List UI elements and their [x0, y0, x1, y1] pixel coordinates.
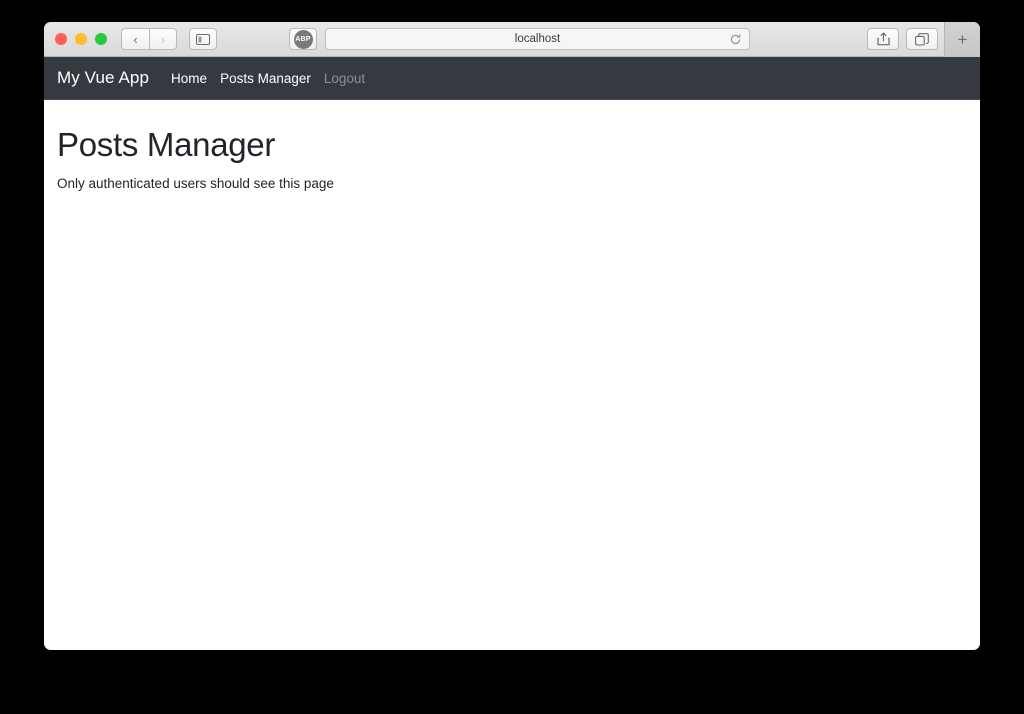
show-tabs-button[interactable]: [906, 28, 938, 50]
minimize-window-button[interactable]: [75, 33, 87, 45]
nav-link-logout[interactable]: Logout: [324, 71, 365, 86]
toolbar-right-buttons: [867, 28, 938, 50]
app-navbar: My Vue App Home Posts Manager Logout: [44, 57, 980, 100]
page-subtitle: Only authenticated users should see this…: [57, 176, 980, 191]
address-input[interactable]: localhost: [515, 33, 560, 45]
chevron-left-icon: ‹: [133, 32, 137, 47]
nav-links: Home Posts Manager Logout: [171, 71, 365, 86]
maximize-window-button[interactable]: [95, 33, 107, 45]
nav-link-posts-manager[interactable]: Posts Manager: [220, 71, 311, 86]
window-controls: [55, 33, 107, 45]
sidebar-toggle-button[interactable]: [189, 28, 217, 50]
abp-icon: ABP: [294, 30, 313, 49]
address-bar[interactable]: localhost: [325, 28, 750, 50]
chevron-right-icon: ›: [161, 32, 165, 47]
page-title: Posts Manager: [57, 126, 980, 164]
tabs-icon: [915, 33, 929, 46]
browser-toolbar: ‹ › ABP localhost: [44, 22, 980, 57]
sidebar-icon: [196, 34, 210, 45]
back-button[interactable]: ‹: [121, 28, 149, 50]
browser-window: ‹ › ABP localhost: [44, 22, 980, 650]
navigation-buttons: ‹ ›: [121, 28, 177, 50]
app-brand[interactable]: My Vue App: [57, 68, 149, 88]
adblock-extension-button[interactable]: ABP: [289, 28, 317, 50]
plus-icon: +: [958, 30, 968, 50]
reload-icon[interactable]: [729, 33, 742, 46]
share-icon: [877, 32, 890, 46]
forward-button[interactable]: ›: [149, 28, 177, 50]
nav-link-home[interactable]: Home: [171, 71, 207, 86]
share-button[interactable]: [867, 28, 899, 50]
new-tab-button[interactable]: +: [944, 22, 980, 57]
close-window-button[interactable]: [55, 33, 67, 45]
page-content: Posts Manager Only authenticated users s…: [44, 100, 980, 650]
